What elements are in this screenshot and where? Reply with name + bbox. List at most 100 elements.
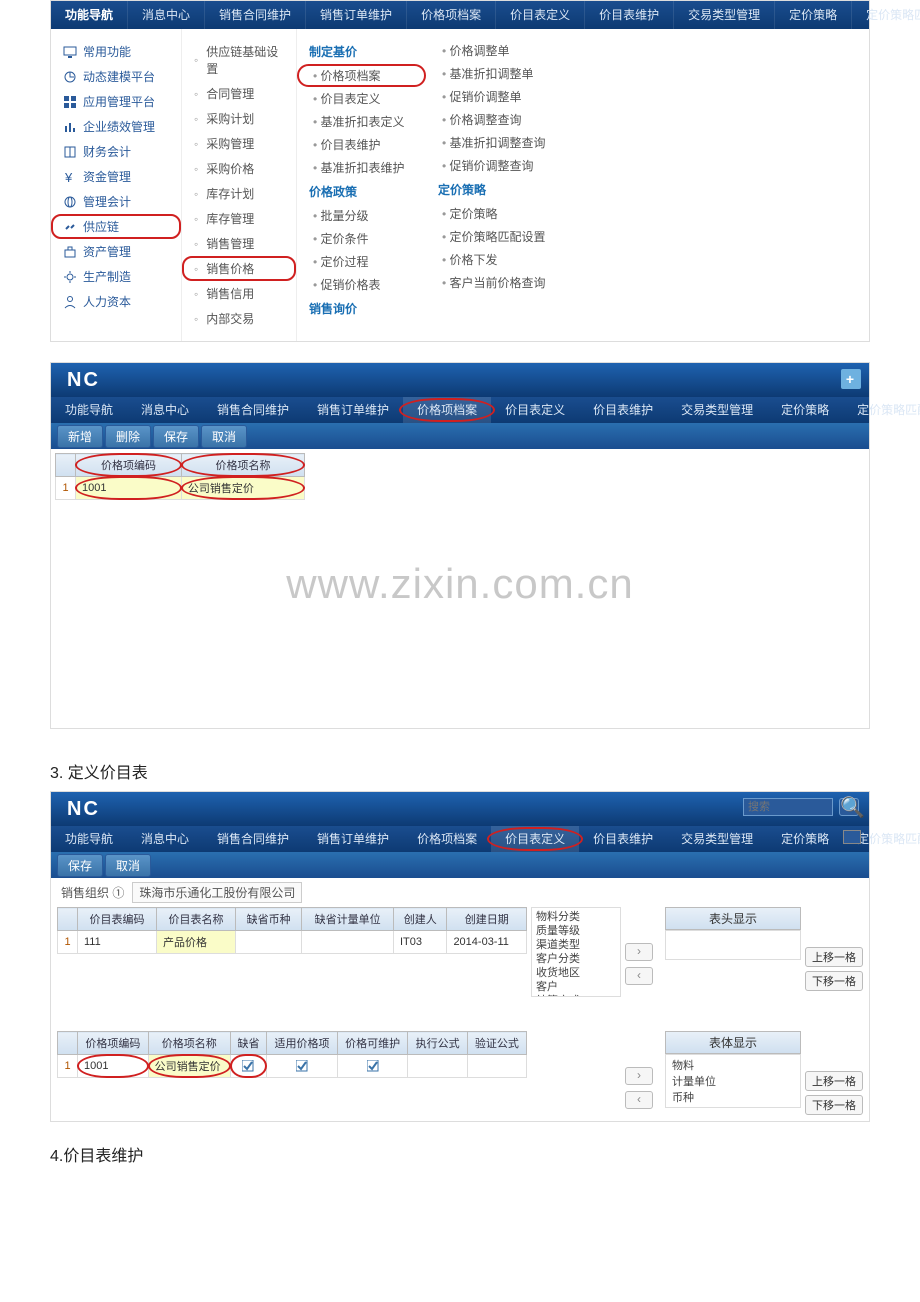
nav-tab[interactable]: 定价策略 (767, 826, 843, 852)
col-h[interactable]: 价目表编码 (78, 908, 157, 931)
col-h[interactable]: 创建日期 (447, 908, 527, 931)
move-down-button[interactable]: 下移一格 (805, 1095, 863, 1115)
link-item[interactable]: 价格调整单 (426, 39, 869, 62)
nav-tab[interactable]: 销售订单维护 (303, 826, 403, 852)
nav-tab[interactable]: 价目表维护 (585, 1, 674, 29)
col-h[interactable]: 缺省计量单位 (302, 908, 394, 931)
nav-tab[interactable]: 消息中心 (127, 826, 203, 852)
nav-tab[interactable]: 定价策略匹配设置 (852, 1, 920, 29)
nav-tab[interactable]: 销售合同维护 (203, 826, 303, 852)
link-item[interactable]: 基准折扣调整单 (426, 62, 869, 85)
move-right-icon[interactable]: › (625, 1067, 653, 1085)
link-item[interactable]: 定价过程 (297, 250, 426, 273)
search-input[interactable] (743, 798, 833, 816)
link-item[interactable]: 价格调整查询 (426, 108, 869, 131)
col-h[interactable]: 价格项名称 (148, 1032, 230, 1055)
col-h[interactable]: 执行公式 (408, 1032, 467, 1055)
move-up-button[interactable]: 上移一格 (805, 947, 863, 967)
cell-name[interactable]: 公司销售定价 (181, 477, 304, 500)
move-right-icon[interactable]: › (625, 943, 653, 961)
link-item[interactable]: 价格下发 (426, 248, 869, 271)
sidebar-item-chart[interactable]: 动态建模平台 (51, 64, 181, 89)
link-item[interactable]: 促销价调整查询 (426, 154, 869, 177)
cancel-button[interactable]: 取消 (201, 425, 247, 448)
cell[interactable] (408, 1055, 467, 1078)
submenu-item[interactable]: 采购计划 (182, 106, 296, 131)
list-item[interactable]: 客户分类 (534, 952, 618, 966)
list-item[interactable]: 质量等级 (534, 924, 618, 938)
move-down-button[interactable]: 下移一格 (805, 971, 863, 991)
sidebar-item-grid[interactable]: 应用管理平台 (51, 89, 181, 114)
cell[interactable] (236, 931, 302, 954)
submenu-item[interactable]: 内部交易 (182, 306, 296, 331)
table-row[interactable]: 1 111 产品价格 IT03 2014-03-11 (58, 931, 527, 954)
sidebar-item-yen[interactable]: ¥资金管理 (51, 164, 181, 189)
nav-tab[interactable]: 交易类型管理 (674, 1, 775, 29)
col-h[interactable]: 价目表名称 (157, 908, 236, 931)
nav-tab[interactable]: 定价策略 (767, 397, 843, 423)
link-item[interactable]: 价目表定义 (297, 87, 426, 110)
cell[interactable]: 111 (78, 931, 157, 954)
sidebar-item-person[interactable]: 人力资本 (51, 289, 181, 314)
nav-tab[interactable]: 功能导航 (51, 397, 127, 423)
move-up-button[interactable]: 上移一格 (805, 1071, 863, 1091)
cell[interactable]: 2014-03-11 (447, 931, 527, 954)
link-item[interactable]: 客户当前价格查询 (426, 271, 869, 294)
submenu-item[interactable]: 库存计划 (182, 181, 296, 206)
cell[interactable]: IT03 (394, 931, 447, 954)
table-row[interactable]: 1 1001 公司销售定价 (56, 477, 305, 500)
sidebar-item-globe[interactable]: 管理会计 (51, 189, 181, 214)
search-icon[interactable]: 🔍 (839, 798, 859, 816)
cancel-button[interactable]: 取消 (105, 854, 151, 877)
link-item[interactable]: 促销价调整单 (426, 85, 869, 108)
col-h[interactable]: 缺省 (230, 1032, 266, 1055)
list-item[interactable]: 物料 (672, 1057, 794, 1073)
submenu-item[interactable]: 合同管理 (182, 81, 296, 106)
cell[interactable]: 产品价格 (157, 931, 236, 954)
nav-tab[interactable]: 价格项档案 (403, 826, 491, 852)
list-item[interactable]: 收货地区 (534, 966, 618, 980)
nav-tab[interactable]: 交易类型管理 (667, 826, 767, 852)
table-row[interactable]: 1 1001 公司销售定价 (58, 1055, 527, 1078)
checkbox-cell[interactable] (267, 1055, 338, 1078)
list-item[interactable]: 币种 (672, 1089, 794, 1105)
cell[interactable]: 公司销售定价 (148, 1055, 230, 1078)
link-item[interactable]: 基准折扣表定义 (297, 110, 426, 133)
nav-tab[interactable]: 交易类型管理 (667, 397, 767, 423)
list-item[interactable]: 结算方式 (534, 994, 618, 997)
sidebar-item-gear[interactable]: 生产制造 (51, 264, 181, 289)
link-item[interactable]: 基准折扣调整查询 (426, 131, 869, 154)
list-item[interactable]: 客户 (534, 980, 618, 994)
header-display-box[interactable] (665, 930, 801, 960)
link-item[interactable]: 基准折扣表维护 (297, 156, 426, 179)
link-item[interactable]: 定价策略匹配设置 (426, 225, 869, 248)
add-icon[interactable]: + (841, 369, 861, 389)
nav-tab[interactable]: 价格项档案 (407, 1, 496, 29)
link-item[interactable]: 定价策略 (426, 202, 869, 225)
submenu-item[interactable]: 库存管理 (182, 206, 296, 231)
nav-tab[interactable]: 功能导航 (51, 1, 128, 29)
nav-tab[interactable]: 定价策略 (775, 1, 852, 29)
submenu-item[interactable]: 销售管理 (182, 231, 296, 256)
checkbox-cell[interactable] (230, 1055, 266, 1078)
nav-tab[interactable]: 消息中心 (127, 397, 203, 423)
col-name[interactable]: 价格项名称 (181, 454, 304, 477)
col-h[interactable]: 缺省币种 (236, 908, 302, 931)
checkbox-cell[interactable] (337, 1055, 408, 1078)
col-h[interactable]: 验证公式 (467, 1032, 526, 1055)
sidebar-item-book[interactable]: 财务会计 (51, 139, 181, 164)
nav-tab[interactable]: 销售订单维护 (303, 397, 403, 423)
delete-button[interactable]: 删除 (105, 425, 151, 448)
sales-org-value[interactable]: 珠海市乐通化工股份有限公司 (132, 882, 302, 903)
col-code[interactable]: 价格项编码 (76, 454, 182, 477)
maximize-icon[interactable] (843, 830, 861, 844)
save-button[interactable]: 保存 (153, 425, 199, 448)
link-item[interactable]: 促销价格表 (297, 273, 426, 296)
sidebar-item-link[interactable]: 供应链 (51, 214, 181, 239)
submenu-item[interactable]: 供应链基础设置 (182, 39, 296, 81)
nav-tab[interactable]: 定价策略匹配设置 (843, 397, 920, 423)
list-item[interactable]: 计量单位 (672, 1073, 794, 1089)
new-button[interactable]: 新增 (57, 425, 103, 448)
link-item[interactable]: 价格项档案 (297, 64, 426, 87)
sidebar-item-monitor[interactable]: 常用功能 (51, 39, 181, 64)
